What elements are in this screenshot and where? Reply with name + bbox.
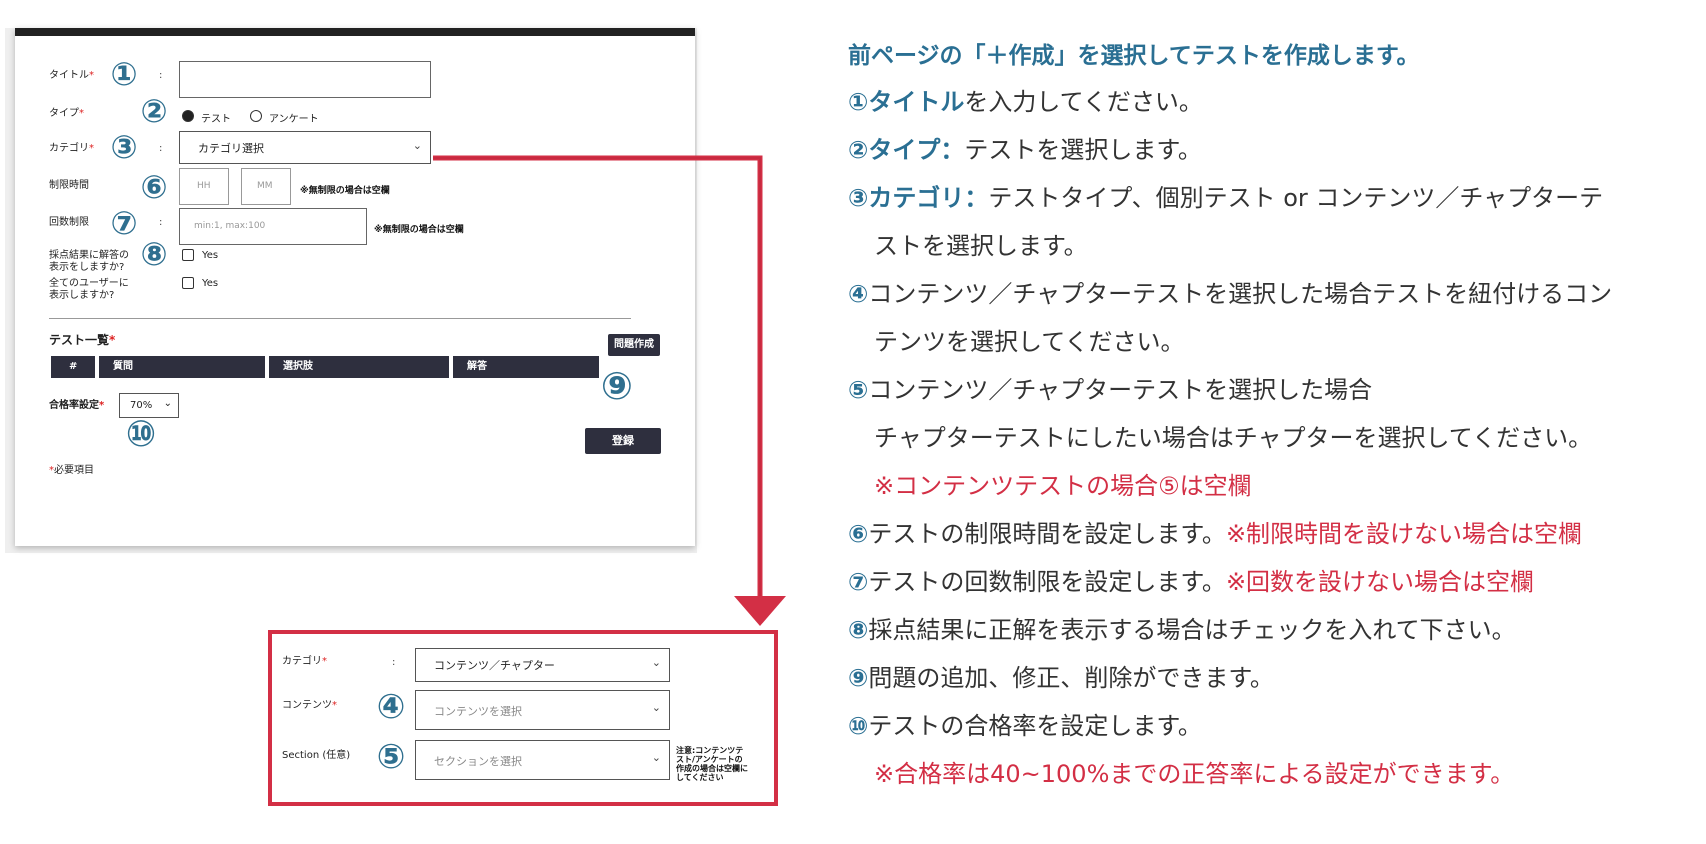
title-input[interactable] [179,61,431,98]
detail-section-label: Section (任意) [282,750,351,761]
time-limit-note: ※無制限の場合は空欄 [300,186,390,196]
badge-10: ⑩ [125,414,157,455]
chevron-down-icon: ⌄ [651,751,661,764]
arrow-head-icon [734,596,786,626]
attempts-input[interactable]: min:1, max:100 [179,208,367,245]
attempts-note: ※無制限の場合は空欄 [374,225,464,235]
instruction-2: ②タイプ：テストを選択します。 [848,136,1202,164]
register-button[interactable]: 登録 [585,428,661,454]
show-answer-label-2: 表示をしますか? [49,262,125,273]
instructions-heading: 前ページの「＋作成」を選択してテストを作成します。 [848,43,1420,69]
note-line: してください [676,773,724,782]
table-header-number: # [51,356,95,378]
instruction-4: ④コンテンツ／チャプターテストを選択した場合テストを紐付けるコン [848,280,1613,308]
divider [49,318,631,319]
badge-5: ⑤ [376,737,406,777]
instruction-5-cont: チャプターテストにしたい場合はチャプターを選択してください。 [874,424,1593,452]
type-test-radio[interactable] [182,110,194,122]
detail-category-label: カテゴリ* [282,656,327,667]
instruction-9: ⑨問題の追加、修正、削除ができます。 [848,664,1274,692]
form-top-bar [15,28,695,36]
instruction-5-note: ※コンテンツテストの場合⑤は空欄 [874,472,1252,500]
detail-section-note: 注意:コンテンツテ スト/アンケートの 作成の場合は空欄に してください [676,746,748,782]
badge-9: ⑨ [600,364,634,408]
badge-2: ② [140,92,168,130]
chevron-down-icon: ⌄ [163,398,172,409]
detail-category-select[interactable]: コンテンツ／チャプター ⌄ [415,648,670,682]
note-line: スト/アンケートの [676,755,743,764]
table-header-choices: 選択肢 [269,356,449,378]
type-test-label: テスト [201,114,231,125]
badge-3: ③ [110,128,138,166]
note-line: 作成の場合は空欄に [676,764,748,773]
pass-rate-value: 70% [130,400,153,411]
colon: : [159,143,163,154]
type-survey-radio[interactable] [250,110,262,122]
form-screenshot: タイトル* : タイプ* テスト アンケート カテゴリ* : カテゴリ選択 ⌄ … [5,28,697,553]
badge-6: ⑥ [140,168,168,206]
category-select[interactable]: カテゴリ選択 ⌄ [179,131,431,164]
detail-contents-placeholder: コンテンツを選択 [434,705,522,718]
show-all-checkbox[interactable] [182,277,194,289]
table-header-answer: 解答 [453,356,599,378]
time-mm-placeholder: MM [257,181,273,191]
show-answer-yes: Yes [202,250,219,261]
colon: : [159,217,163,228]
category-label: カテゴリ* [49,143,94,154]
attempts-placeholder: min:1, max:100 [194,221,266,231]
category-select-value: カテゴリ選択 [198,142,264,155]
instruction-7: ⑦テストの回数制限を設定します。※回数を設けない場合は空欄 [848,568,1535,596]
detail-section-select[interactable]: セクションを選択 ⌄ [415,740,670,780]
detail-contents-label: コンテンツ* [282,700,337,711]
type-label: タイプ* [49,108,84,119]
detail-contents-select[interactable]: コンテンツを選択 ⌄ [415,690,670,730]
show-answer-label-1: 採点結果に解答の [49,250,129,261]
instruction-4-cont: テンツを選択してください。 [874,328,1185,356]
instruction-8: ⑧採点結果に正解を表示する場合はチェックを入れて下さい。 [848,616,1516,644]
show-all-label-2: 表示しますか? [49,290,115,301]
chevron-down-icon: ⌄ [651,656,661,669]
colon: : [392,657,396,668]
instruction-1: ①タイトルを入力してください。 [848,88,1203,116]
time-hh-placeholder: HH [197,181,211,191]
pass-rate-label: 合格率設定* [49,400,105,411]
instruction-6: ⑥テストの制限時間を設定します。※制限時間を設けない場合は空欄 [848,520,1583,548]
type-survey-label: アンケート [269,114,319,125]
show-all-label-1: 全てのユーザーに [49,278,129,289]
instruction-3-cont: ストを選択します。 [874,232,1088,260]
title-label: タイトル* [49,70,94,81]
attempts-label: 回数制限 [49,217,89,228]
time-hh-input[interactable]: HH [179,168,229,205]
badge-8: ⑧ [140,235,168,273]
show-all-yes: Yes [202,278,219,289]
chevron-down-icon: ⌄ [412,139,422,152]
badge-4: ④ [376,687,406,727]
required-note: *必要項目 [49,465,94,476]
note-line: 注意:コンテンツテ [676,746,744,755]
chevron-down-icon: ⌄ [651,701,661,714]
instruction-5: ⑤コンテンツ／チャプターテストを選択した場合 [848,376,1373,404]
instruction-3: ③カテゴリ：テストタイプ、個別テスト or コンテンツ／チャプターテ [848,184,1604,212]
colon: : [159,70,163,81]
category-detail-box: カテゴリ* : コンテンツ／チャプター ⌄ コンテンツ* コンテンツを選択 ⌄ … [268,630,778,806]
time-mm-input[interactable]: MM [241,168,291,205]
detail-section-placeholder: セクションを選択 [434,755,522,768]
time-limit-label: 制限時間 [49,180,89,191]
create-question-button[interactable]: 問題作成 [608,334,660,356]
table-header-question: 質問 [99,356,265,378]
show-answer-checkbox[interactable] [182,249,194,261]
test-list-label: テスト一覧* [49,333,116,347]
detail-category-value: コンテンツ／チャプター [434,659,555,672]
instruction-10: ⑩テストの合格率を設定します。 [848,712,1202,740]
instruction-10-note: ※合格率は40~100%までの正答率による設定ができます。 [874,760,1515,788]
